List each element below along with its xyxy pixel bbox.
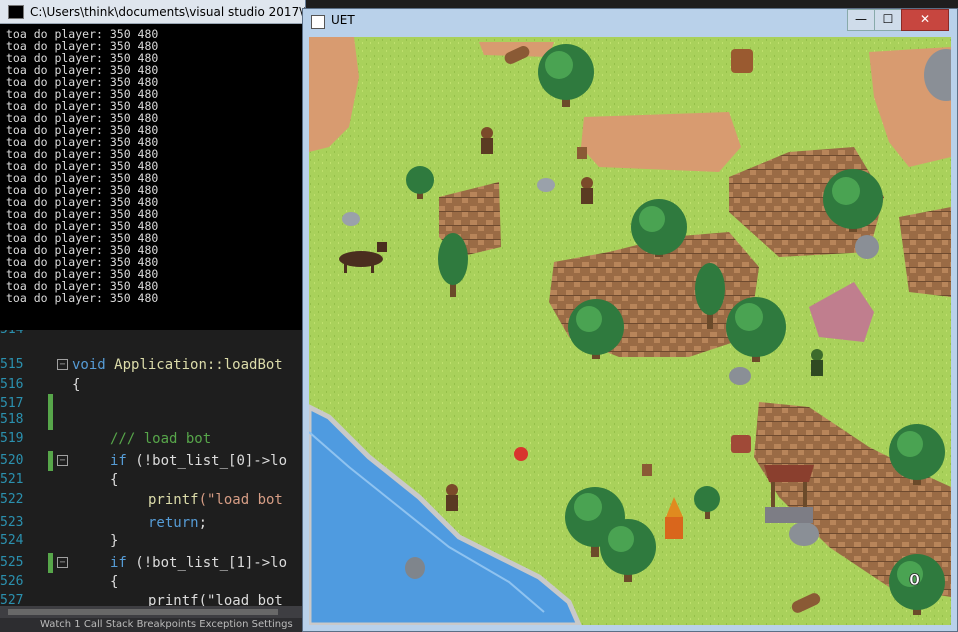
line-number: 520 (0, 453, 24, 468)
bandit-enemy (481, 127, 493, 154)
close-button[interactable]: ✕ (901, 9, 949, 31)
fold-toggle-icon[interactable]: − (57, 455, 68, 466)
code-line: if (!bot_list_[1]->lo (110, 555, 288, 571)
line-number: 523 (0, 515, 24, 530)
stump (577, 147, 587, 159)
code-line: return; (148, 515, 208, 531)
line-number: 518 (0, 412, 24, 427)
bandit-enemy (581, 177, 593, 204)
rock (537, 178, 555, 192)
scrollbar-thumb[interactable] (8, 609, 278, 615)
code-line: void Application::loadBot (72, 357, 283, 373)
debug-tabs-bar[interactable]: Watch 1 Call Stack Breakpoints Exception… (0, 618, 305, 632)
rock (855, 235, 879, 259)
code-line: if (!bot_list_[0]->lo (110, 453, 288, 469)
change-marker (48, 410, 53, 430)
score-counter: 0 (909, 570, 920, 589)
change-marker (48, 553, 53, 573)
app-icon (311, 15, 325, 29)
horizontal-scrollbar[interactable] (0, 606, 305, 618)
line-number: 515 (0, 357, 24, 372)
console-window: C:\Users\think\documents\visual studio 2… (0, 0, 306, 330)
console-output: toa do player: 350 480 toa do player: 350… (0, 24, 305, 304)
rock (729, 367, 751, 385)
dirt-patch (581, 112, 741, 172)
health-potion (514, 447, 528, 461)
game-window[interactable]: UET — ☐ ✕ 0 (302, 8, 958, 632)
game-titlebar[interactable]: UET — ☐ ✕ (303, 9, 957, 33)
console-icon (8, 4, 24, 19)
code-line: printf("load bot (148, 492, 283, 508)
code-line: } (110, 533, 119, 549)
console-line: toa do player: 350 480 (6, 291, 159, 305)
line-number: 519 (0, 431, 24, 446)
code-line: { (110, 472, 119, 488)
fold-toggle-icon[interactable]: − (57, 359, 68, 370)
archer-enemy (811, 349, 823, 376)
line-number: 524 (0, 533, 24, 548)
line-number: 526 (0, 574, 24, 589)
code-line: { (72, 377, 81, 393)
code-comment: /// load bot (110, 431, 212, 447)
code-editor[interactable]: 514 515−void Application::loadBot 516{ 5… (0, 330, 305, 632)
bandit-enemy (446, 484, 458, 511)
game-title: UET (331, 13, 355, 27)
line-number: 521 (0, 472, 24, 487)
rock (342, 212, 360, 226)
stump (642, 464, 652, 476)
change-marker (48, 451, 53, 471)
minimize-button[interactable]: — (847, 9, 875, 31)
line-number: 514 (0, 330, 23, 340)
line-number: 525 (0, 555, 24, 570)
barrel (731, 49, 753, 73)
game-viewport[interactable]: 0 (309, 37, 951, 625)
maximize-button[interactable]: ☐ (874, 9, 902, 31)
bucket (731, 435, 751, 453)
rock (789, 522, 819, 546)
code-line: { (110, 574, 119, 590)
line-number: 516 (0, 377, 24, 392)
fold-toggle-icon[interactable]: − (57, 557, 68, 568)
rock (405, 557, 425, 579)
line-number: 522 (0, 492, 24, 507)
console-title: C:\Users\think\documents\visual studio 2… (30, 4, 305, 19)
console-titlebar[interactable]: C:\Users\think\documents\visual studio 2… (0, 0, 305, 24)
